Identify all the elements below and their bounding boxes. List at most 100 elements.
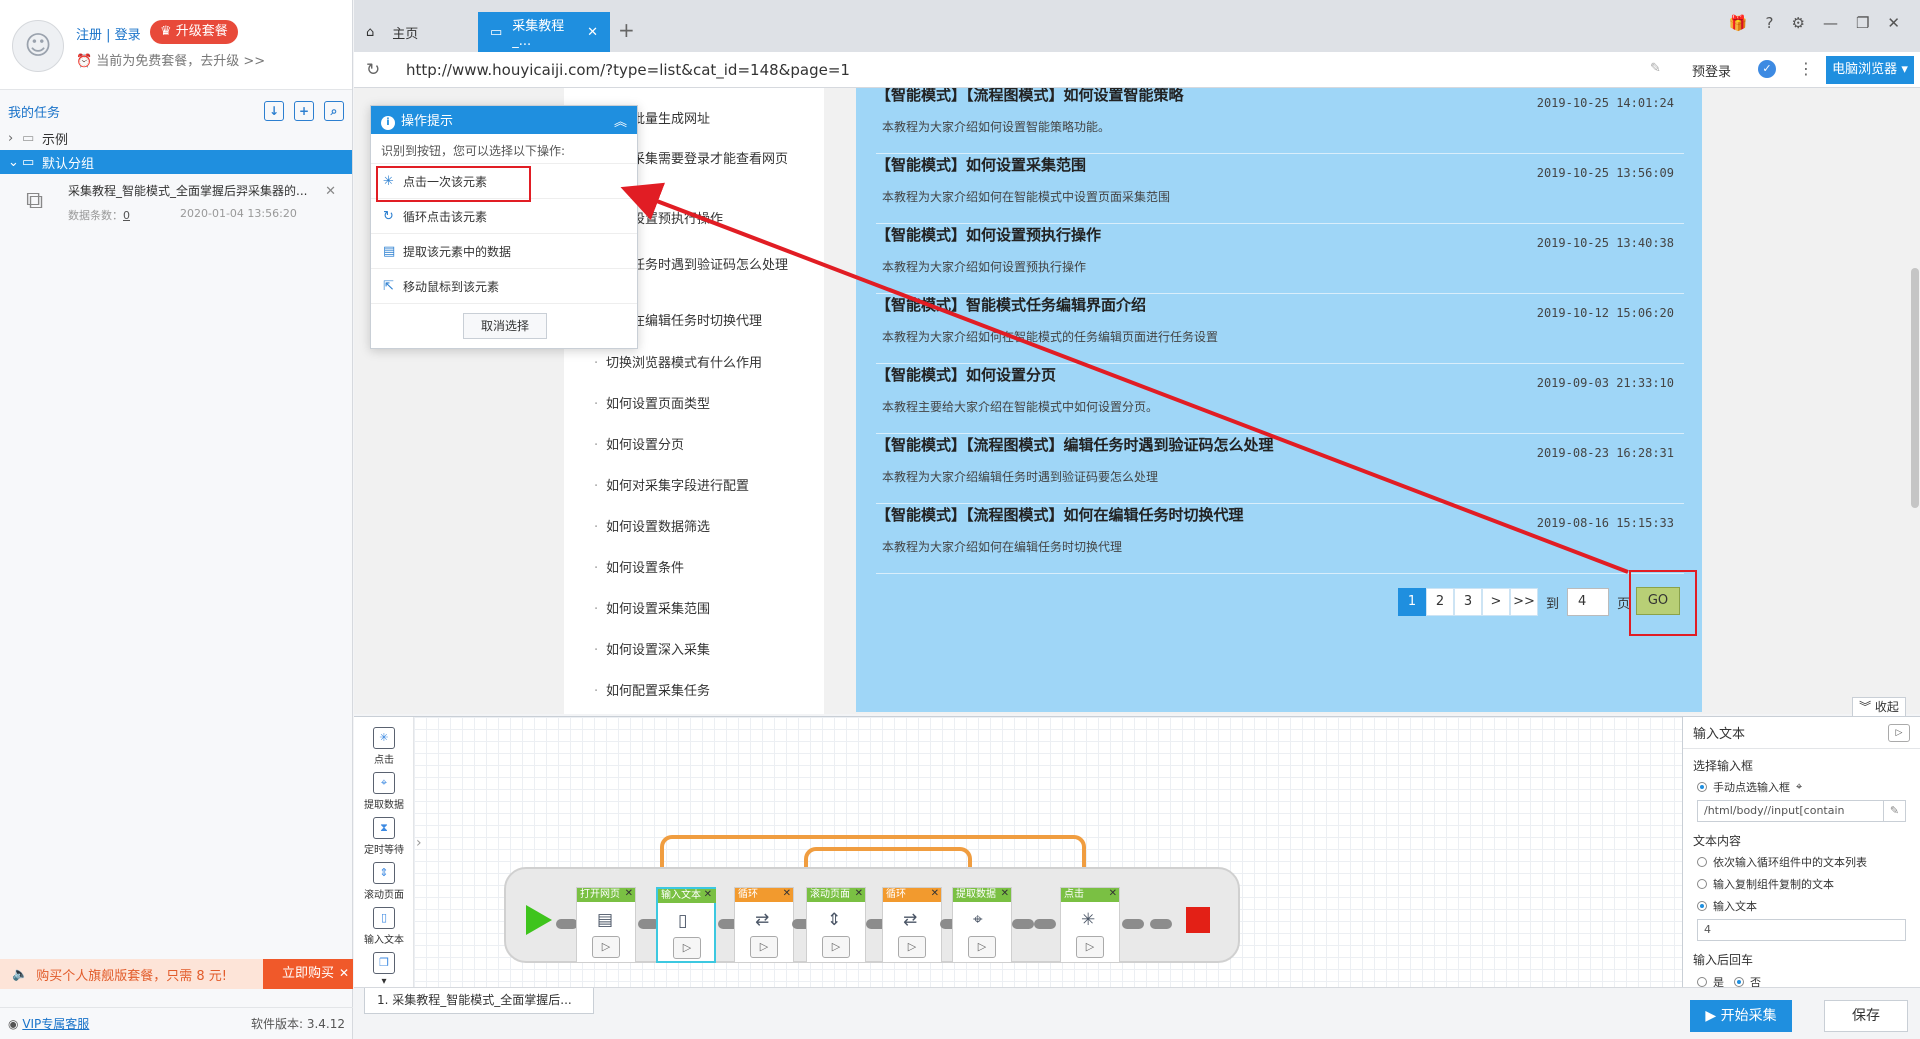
node-loop-inner[interactable]: 循环 ✕ ⇄ ▷ xyxy=(882,887,942,963)
manual-select-radio[interactable]: 手动点选输入框 ⌖ xyxy=(1683,776,1920,798)
article-link[interactable]: 如何设置数据筛选 xyxy=(594,518,796,538)
window-close-icon[interactable]: ✕ xyxy=(1887,14,1900,32)
next-page-button[interactable]: > xyxy=(1482,588,1510,616)
maximize-icon[interactable]: ❐ xyxy=(1856,14,1869,32)
entry-title[interactable]: 【智能模式】智能模式任务编辑界面介绍 xyxy=(876,294,1146,315)
save-button[interactable]: 保存 xyxy=(1824,1000,1908,1032)
close-icon[interactable]: ✕ xyxy=(325,184,336,199)
more-icon[interactable]: ⋮ xyxy=(1798,59,1814,78)
chevron-right-icon[interactable]: › xyxy=(416,835,422,851)
article-link[interactable]: 切换浏览器模式有什么作用 xyxy=(594,354,796,374)
last-page-button[interactable]: >> xyxy=(1510,588,1538,616)
pencil-icon[interactable]: ✎ xyxy=(1650,61,1661,76)
target-icon[interactable]: ⌖ xyxy=(1796,780,1802,794)
node-click[interactable]: 点击 ✕ ✳ ▷ xyxy=(1060,887,1120,963)
scrollbar-thumb[interactable] xyxy=(1911,268,1919,508)
gift-icon[interactable]: 🎁 xyxy=(1729,14,1748,32)
text-value-input[interactable]: 4 xyxy=(1697,919,1906,941)
node-loop[interactable]: 循环 ✕ ⇄ ▷ xyxy=(734,887,794,963)
entry-title[interactable]: 【智能模式】【流程图模式】如何在编辑任务时切换代理 xyxy=(876,504,1244,525)
import-task-icon[interactable]: ↓ xyxy=(264,101,284,121)
loop-click-option[interactable]: ↻ 循环点击该元素 xyxy=(371,199,637,234)
input-text-radio[interactable]: 输入文本 xyxy=(1683,895,1920,917)
tab-tutorial[interactable]: ▭ 采集教程_... ✕ xyxy=(478,12,610,52)
run-node-button[interactable]: ▷ xyxy=(592,936,620,958)
task-item[interactable]: ⧉ 采集教程_智能模式_全面掌握后羿采集器的... 数据条数：0 2020-01… xyxy=(0,174,352,226)
article-link[interactable]: 如何设置条件 xyxy=(594,559,796,579)
page-number-input[interactable]: 4 xyxy=(1567,588,1610,616)
tutorial-entry[interactable]: 【智能模式】【流程图模式】如何设置智能策略 本教程为大家介绍如何设置智能策略功能… xyxy=(876,88,1684,154)
close-icon[interactable]: ✕ xyxy=(931,888,939,899)
run-node-button[interactable]: ▷ xyxy=(822,936,850,958)
content-scrollbar[interactable] xyxy=(1910,88,1920,714)
task-count-value[interactable]: 0 xyxy=(123,209,130,222)
tool-click[interactable]: ✳ 点击 xyxy=(362,727,406,766)
search-task-icon[interactable]: ⌕ xyxy=(324,101,344,121)
hover-option[interactable]: ⇱ 移动鼠标到该元素 xyxy=(371,269,637,304)
pencil-icon[interactable]: ✎ xyxy=(1883,801,1905,821)
page-button-1[interactable]: 1 xyxy=(1398,588,1426,616)
close-icon[interactable]: ✕ xyxy=(1001,888,1009,899)
new-tab-icon[interactable]: + xyxy=(618,18,635,42)
cancel-selection-button[interactable]: 取消选择 xyxy=(463,313,547,339)
flow-canvas[interactable]: › 打开网页 ✕ ▤ ▷ 输入文本 ✕ ▯ ▷ 循环 ✕ ⇄ ▷ 滚动页面 ✕ ⇕ ▷ xyxy=(414,717,1736,988)
pre-login-button[interactable]: 预登录 xyxy=(1692,61,1731,80)
article-link[interactable]: 如何设置分页 xyxy=(594,436,796,456)
login-link[interactable]: 登录 xyxy=(115,28,141,43)
vip-support-link[interactable]: VIP专属客服 xyxy=(22,1017,89,1031)
close-icon[interactable]: ✕ xyxy=(704,889,712,900)
tree-group-default[interactable]: ⌄ ▭ 默认分组 xyxy=(0,150,352,174)
entry-title[interactable]: 【智能模式】如何设置采集范围 xyxy=(876,154,1086,175)
run-node-button[interactable]: ▷ xyxy=(673,937,701,959)
entry-title[interactable]: 【智能模式】【流程图模式】编辑任务时遇到验证码怎么处理 xyxy=(876,434,1274,455)
close-icon[interactable]: ✕ xyxy=(855,888,863,899)
xpath-input[interactable]: /html/body//input[contain ✎ xyxy=(1697,800,1906,822)
minimize-icon[interactable]: — xyxy=(1823,14,1838,32)
tab-home[interactable]: ⌂ 主页 xyxy=(354,12,474,52)
copy-text-radio[interactable]: 输入复制组件复制的文本 xyxy=(1683,873,1920,895)
tutorial-entry[interactable]: 【智能模式】智能模式任务编辑界面介绍 本教程为大家介绍如何在智能模式的任务编辑页… xyxy=(876,294,1684,364)
help-icon[interactable]: ? xyxy=(1766,14,1774,32)
reload-icon[interactable]: ↻ xyxy=(366,60,380,80)
entry-title[interactable]: 【智能模式】如何设置分页 xyxy=(876,364,1056,385)
close-icon[interactable]: ✕ xyxy=(1109,888,1117,899)
stop-icon[interactable] xyxy=(1186,907,1210,933)
article-link[interactable]: 如何设置深入采集 xyxy=(594,641,796,661)
start-collect-button[interactable]: ▶ 开始采集 xyxy=(1690,1000,1792,1032)
run-node-button[interactable]: ▷ xyxy=(750,936,778,958)
entry-title[interactable]: 【智能模式】【流程图模式】如何设置智能策略 xyxy=(876,88,1184,105)
tool-scroll[interactable]: ⇕ 滚动页面 xyxy=(362,862,406,901)
extract-data-option[interactable]: ▤ 提取该元素中的数据 xyxy=(371,234,637,269)
shield-icon[interactable]: ✓ xyxy=(1758,60,1776,78)
tutorial-entry[interactable]: 【智能模式】【流程图模式】编辑任务时遇到验证码怎么处理 本教程为大家介绍编辑任务… xyxy=(876,434,1684,504)
loop-text-radio[interactable]: 依次输入循环组件中的文本列表 xyxy=(1683,851,1920,873)
avatar[interactable]: ☺ xyxy=(12,20,64,72)
pc-browser-dropdown[interactable]: 电脑浏览器 ▾ xyxy=(1826,56,1914,84)
task-tab[interactable]: 1. 采集教程_智能模式_全面掌握后... xyxy=(364,988,594,1014)
page-button-2[interactable]: 2 xyxy=(1426,588,1454,616)
tool-extract[interactable]: ⌖ 提取数据 xyxy=(362,772,406,811)
start-play-icon[interactable] xyxy=(526,905,552,935)
tutorial-entry[interactable]: 【智能模式】【流程图模式】如何在编辑任务时切换代理 本教程为大家介绍如何在编辑任… xyxy=(876,504,1684,574)
run-node-button[interactable]: ▷ xyxy=(898,936,926,958)
tool-wait[interactable]: ⧗ 定时等待 xyxy=(362,817,406,856)
tutorial-entry[interactable]: 【智能模式】如何设置预执行操作 本教程为大家介绍如何设置预执行操作 2019-1… xyxy=(876,224,1684,294)
tutorial-entry[interactable]: 【智能模式】如何设置采集范围 本教程为大家介绍如何在智能模式中设置页面采集范围 … xyxy=(876,154,1684,224)
tutorial-entry[interactable]: 【智能模式】如何设置分页 本教程主要给大家介绍在智能模式中如何设置分页。 201… xyxy=(876,364,1684,434)
entry-title[interactable]: 【智能模式】如何设置预执行操作 xyxy=(876,224,1101,245)
close-icon[interactable]: ✕ xyxy=(783,888,791,899)
close-icon[interactable]: ✕ xyxy=(339,966,349,980)
collapse-button[interactable]: ︾ 收起 xyxy=(1852,697,1906,717)
tool-input-text[interactable]: ▯ 输入文本 xyxy=(362,907,406,946)
close-icon[interactable]: ✕ xyxy=(625,888,633,899)
close-icon[interactable]: ✕ xyxy=(587,25,598,40)
node-input-text[interactable]: 输入文本 ✕ ▯ ▷ xyxy=(656,887,716,963)
tree-group-example[interactable]: › ▭ 示例 xyxy=(0,126,352,150)
tool-more[interactable]: ❐ ▾ xyxy=(362,952,406,987)
article-link[interactable]: 如何配置采集任务 xyxy=(594,682,796,702)
node-scroll-page[interactable]: 滚动页面 ✕ ⇕ ▷ xyxy=(806,887,866,963)
url-input[interactable]: http://www.houyicaiji.com/?type=list&cat… xyxy=(406,61,850,79)
page-button-3[interactable]: 3 xyxy=(1454,588,1482,616)
run-icon[interactable]: ▷ xyxy=(1888,723,1910,742)
gear-icon[interactable]: ⚙ xyxy=(1792,14,1805,32)
